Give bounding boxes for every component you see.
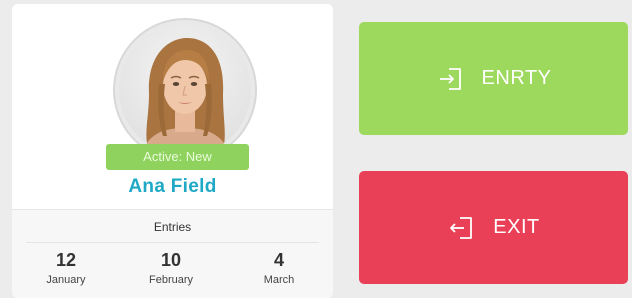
- stat-value: 4: [273, 250, 284, 270]
- screen: Active: New Ana Field Entries 12 January…: [0, 0, 632, 298]
- stat-month: January: [46, 274, 86, 286]
- stat-january: 12 January: [21, 250, 111, 286]
- avatar: [119, 24, 251, 156]
- stat-month: February: [148, 274, 194, 286]
- entry-label: ENRTY: [481, 67, 552, 89]
- avatar-frame: [113, 18, 257, 162]
- stat-february: 10 February: [126, 250, 216, 286]
- logout-icon: [447, 213, 477, 243]
- user-photo: [141, 38, 231, 156]
- stat-value: 10: [160, 250, 182, 270]
- exit-button[interactable]: EXIT: [359, 171, 628, 284]
- stat-month: March: [263, 274, 295, 286]
- login-icon: [436, 64, 466, 94]
- entry-button[interactable]: ENRTY: [359, 22, 628, 135]
- user-name: Ana Field: [128, 176, 217, 197]
- stat-value: 12: [55, 250, 77, 270]
- exit-label: EXIT: [493, 216, 540, 238]
- entries-title: Entries: [153, 220, 192, 234]
- profile-card: Active: New Ana Field Entries 12 January…: [12, 4, 333, 298]
- status-badge: Active: New: [106, 144, 249, 170]
- entries-stats: Entries 12 January 10 February 4 March: [12, 209, 333, 298]
- stat-march: 4 March: [234, 250, 324, 286]
- divider: [26, 242, 319, 243]
